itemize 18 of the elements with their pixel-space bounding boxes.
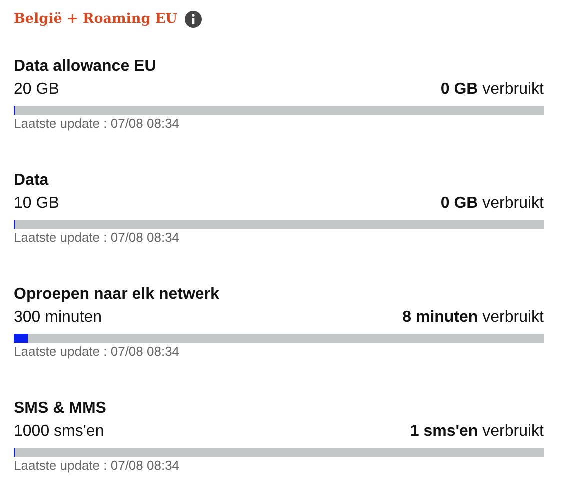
update-time: Laatste update : 07/08 08:34: [14, 343, 181, 361]
bundle-name: SMS & MMS: [14, 399, 108, 419]
update-time: Laatste update : 07/08 08:34: [14, 229, 181, 247]
section-title: België + Roaming EU: [14, 11, 178, 27]
update-time: Laatste update : 07/08 08:34: [14, 115, 181, 133]
bundle-name: Data allowance EU: [14, 57, 158, 77]
update-time: Laatste update : 07/08 08:34: [14, 457, 181, 475]
bundle-name: Data: [14, 171, 50, 191]
usage-text: 1 sms'en verbruikt: [410, 422, 544, 442]
allowance: 10 GB: [14, 194, 60, 214]
usage-text: 0 GB verbruikt: [440, 80, 544, 100]
usage-text: 8 minuten verbruikt: [402, 308, 544, 328]
allowance: 1000 sms'en: [14, 422, 104, 442]
usage-text: 0 GB verbruikt: [440, 194, 544, 214]
allowance: 20 GB: [14, 80, 60, 100]
bundle-name: Oproepen naar elk netwerk: [14, 285, 220, 305]
allowance: 300 minuten: [14, 308, 102, 328]
info-icon[interactable]: [185, 10, 202, 28]
